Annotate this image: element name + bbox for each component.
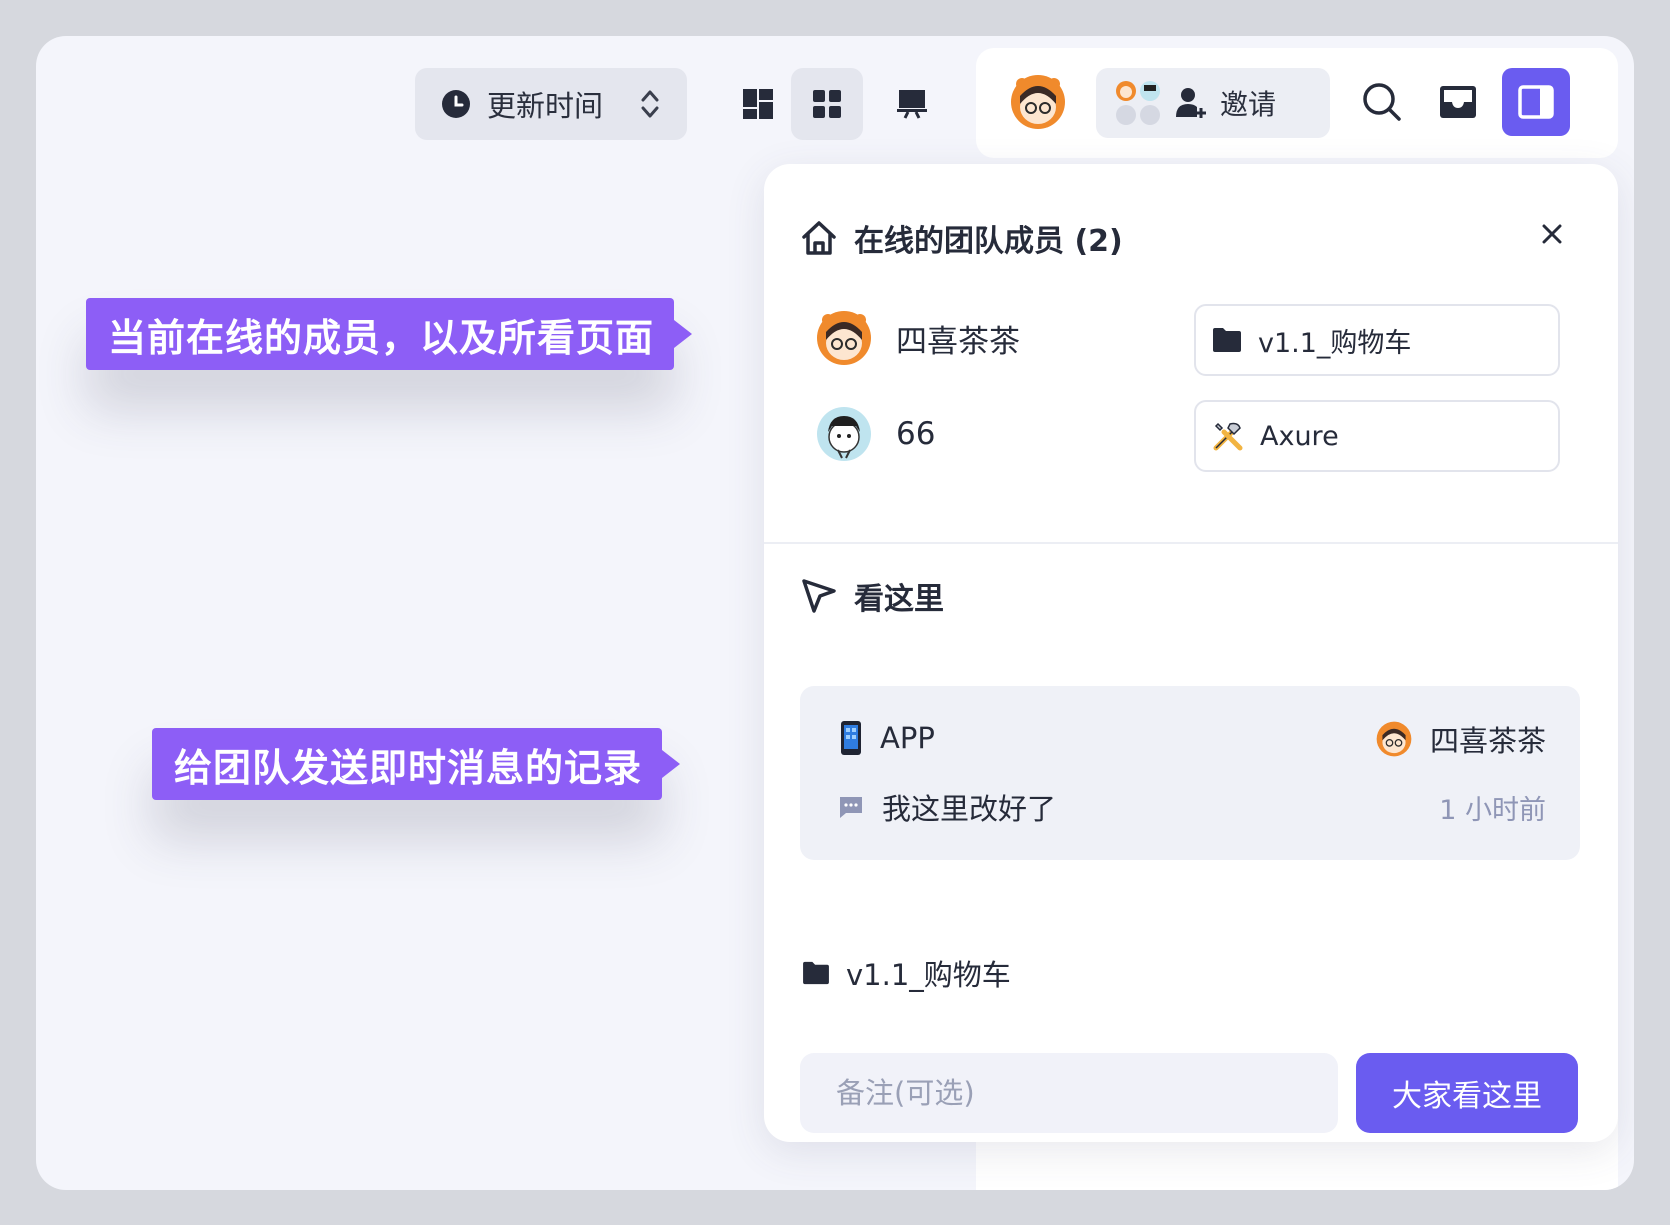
message-text-row: 我这里改好了 <box>838 786 1056 828</box>
message-page-label: APP <box>880 721 935 755</box>
sort-dropdown[interactable]: 更新时间 <box>415 68 687 140</box>
masonry-layout-icon <box>743 89 773 119</box>
messages-callout: 给团队发送即时消息的记录 <box>152 728 680 800</box>
team-panel: 在线的团队成员 (2) 四喜茶茶 v1.1_购物车 66 Axure 看这里 A… <box>764 164 1618 1142</box>
add-user-icon <box>1176 88 1206 118</box>
close-button[interactable] <box>1532 214 1572 254</box>
sidebar-panel-icon <box>1518 85 1554 119</box>
search-icon <box>1363 83 1401 121</box>
section-divider <box>764 542 1618 544</box>
avatar <box>817 311 871 365</box>
member-page-label: v1.1_购物车 <box>1258 327 1412 359</box>
member-page-pill[interactable]: Axure <box>1194 400 1560 472</box>
search-button[interactable] <box>1352 72 1412 132</box>
masonry-view-button[interactable] <box>722 68 794 140</box>
panel-toggle-button[interactable] <box>1502 68 1570 136</box>
members-callout: 当前在线的成员，以及所看页面 <box>86 298 692 370</box>
tools-icon <box>1213 422 1243 451</box>
inbox-icon <box>1440 86 1476 118</box>
folder-icon <box>803 961 829 985</box>
sort-label: 更新时间 <box>487 89 604 123</box>
member-name: 四喜茶茶 <box>896 323 1020 360</box>
message-author: 四喜茶茶 <box>1376 718 1546 760</box>
presentation-view-button[interactable] <box>876 68 948 140</box>
member-page-pill[interactable]: v1.1_购物车 <box>1194 304 1560 376</box>
invite-label: 邀请 <box>1220 88 1277 121</box>
chat-bubble-icon <box>840 797 862 818</box>
look-here-button[interactable]: 大家看这里 <box>1356 1053 1578 1133</box>
member-row[interactable]: 66 <box>816 406 935 462</box>
message-card[interactable]: APP 四喜茶茶 我这里改好了 1 小时前 <box>800 686 1580 860</box>
member-avatar-stack <box>1114 79 1162 127</box>
look-here-header: 看这里 <box>800 574 944 618</box>
current-page-label: v1.1_购物车 <box>846 958 1011 992</box>
clock-icon <box>442 90 470 118</box>
online-members-header: 在线的团队成员 (2) <box>800 216 1123 260</box>
member-page-label: Axure <box>1260 420 1339 452</box>
note-input[interactable] <box>800 1053 1338 1133</box>
member-row[interactable]: 四喜茶茶 <box>816 310 1020 366</box>
avatar[interactable] <box>1010 74 1066 130</box>
message-text: 我这里改好了 <box>882 792 1057 826</box>
chevron-updown-icon <box>641 90 659 118</box>
folder-icon <box>1213 328 1241 352</box>
inbox-button[interactable] <box>1428 72 1488 132</box>
current-page: v1.1_购物车 <box>802 952 1011 994</box>
avatar <box>817 407 871 461</box>
close-icon <box>1542 224 1562 244</box>
presentation-icon <box>897 90 927 119</box>
grid-icon <box>813 90 841 118</box>
avatar <box>1376 721 1412 757</box>
member-name: 66 <box>896 416 936 452</box>
grid-view-button[interactable] <box>791 68 863 140</box>
app-window: 更新时间 邀请 当前在线的成员，以及所看页面 给团队发送即时消息的记录 在线的团… <box>36 36 1634 1190</box>
message-time: 1 小时前 <box>1439 795 1546 826</box>
toolbar-right: 邀请 <box>976 48 1618 158</box>
avatar-stack-icon <box>1116 81 1160 125</box>
look-here-title: 看这里 <box>854 582 944 617</box>
message-page-row: APP <box>840 720 935 756</box>
online-members-title: 在线的团队成员 (2) <box>854 224 1123 259</box>
message-author-name: 四喜茶茶 <box>1429 724 1546 758</box>
cursor-icon <box>802 579 836 613</box>
phone-icon <box>841 721 861 755</box>
home-icon <box>802 221 836 255</box>
invite-button[interactable]: 邀请 <box>1096 68 1330 138</box>
